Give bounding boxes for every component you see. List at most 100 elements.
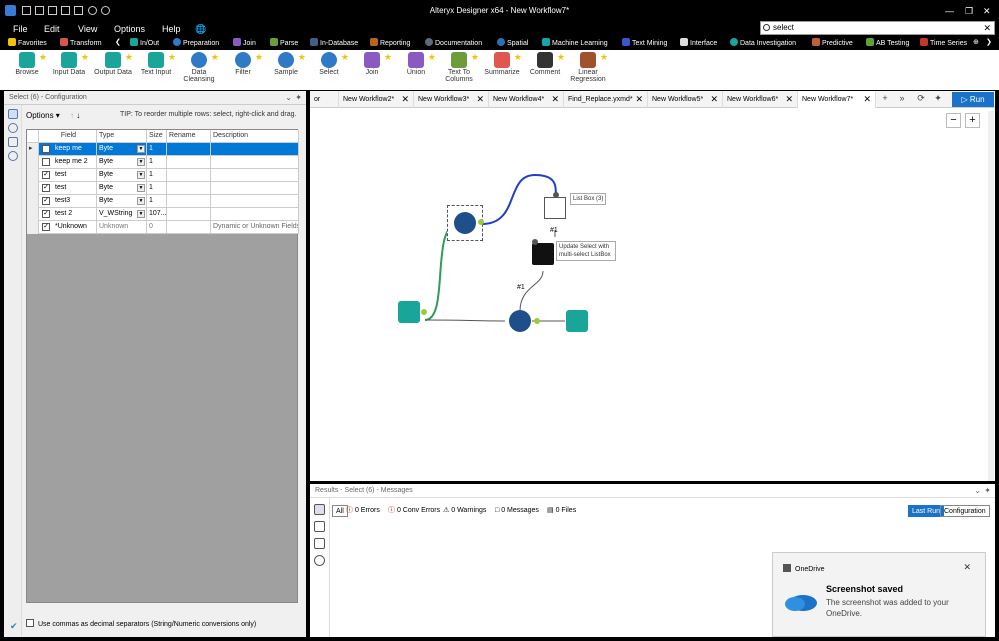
category-transform[interactable]: Transform <box>60 38 102 47</box>
row-selector[interactable] <box>27 169 39 182</box>
globe-icon[interactable]: 🌐 <box>195 24 206 35</box>
pin-icon[interactable]: ✦ <box>295 93 302 102</box>
field-description[interactable] <box>211 169 299 182</box>
configuration-gear-icon[interactable] <box>7 109 18 119</box>
input-anchor[interactable] <box>532 239 538 245</box>
field-description[interactable] <box>211 182 299 195</box>
input-anchor[interactable] <box>553 192 559 198</box>
collapse-icon[interactable]: ⌄ <box>974 486 981 495</box>
category-text-mining[interactable]: Text Mining <box>622 38 667 47</box>
connection-input-to-select2[interactable] <box>424 319 506 322</box>
tool-data-cleansing[interactable]: ★ Data Cleansing <box>176 52 222 83</box>
filter-conv-errors[interactable]: ⓘ 0 Conv Errors <box>388 505 440 517</box>
tool-summarize[interactable]: ★ Summarize <box>479 52 525 76</box>
field-name[interactable]: test <box>53 182 97 195</box>
category-interface[interactable]: Interface <box>680 38 717 47</box>
category-parse[interactable]: Parse <box>270 38 298 47</box>
category-time-series[interactable]: Time Series <box>920 38 967 47</box>
maximize-icon[interactable]: ❐ <box>965 6 973 17</box>
field-name[interactable]: test3 <box>53 195 97 208</box>
tag-icon[interactable] <box>7 137 18 147</box>
category-join[interactable]: Join <box>233 38 256 47</box>
field-checkbox[interactable] <box>42 158 50 166</box>
move-up-icon[interactable]: ↑ <box>70 111 74 120</box>
field-checkbox[interactable]: ✓ <box>42 184 50 192</box>
dropdown-arrow-icon[interactable]: ▼ <box>137 158 145 166</box>
menu-help[interactable]: Help <box>162 24 181 34</box>
category-documentation[interactable]: Documentation <box>425 38 482 47</box>
dropdown-arrow-icon[interactable]: ▼ <box>137 145 145 153</box>
category-data-investigation[interactable]: Data Investigation <box>730 38 796 47</box>
tool-input-data[interactable]: ★ Input Data <box>46 52 92 76</box>
category-ab-testing[interactable]: AB Testing <box>866 38 909 47</box>
close-notification-icon[interactable]: ✕ <box>963 562 971 573</box>
tool-search-input[interactable]: select ✕ <box>760 21 995 35</box>
tool-select[interactable]: ★ Select <box>306 52 352 76</box>
tool-union[interactable]: ★ Union <box>393 52 439 76</box>
clear-search-icon[interactable]: ✕ <box>983 22 991 34</box>
tool-join[interactable]: ★ Join <box>349 52 395 76</box>
category-in-out[interactable]: In/Out <box>130 38 159 47</box>
field-size[interactable]: 1 <box>147 169 167 182</box>
move-down-icon[interactable]: ↓ <box>76 111 80 120</box>
options-dropdown[interactable]: Options ▾ ↑ ↓ <box>26 111 80 120</box>
action-node[interactable] <box>532 243 554 265</box>
validate-icon[interactable]: ✔ <box>10 621 18 632</box>
row-selector[interactable] <box>27 221 39 234</box>
field-checkbox[interactable]: ✓ <box>42 197 50 205</box>
select-node-1[interactable] <box>454 212 476 234</box>
close-window-icon[interactable]: ✕ <box>983 6 991 17</box>
connection-icon[interactable] <box>7 123 18 133</box>
header-size[interactable]: Size <box>147 130 167 143</box>
field-row[interactable]: ▸ keep me Byte ▼ 1 <box>27 143 299 156</box>
field-row[interactable]: ✓ *Unknown Unknown 0 Dynamic or Unknown Fiel… <box>27 221 299 234</box>
dropdown-arrow-icon[interactable]: ▼ <box>137 171 145 179</box>
list-box-node[interactable] <box>544 197 566 219</box>
field-row[interactable]: keep me 2 Byte ▼ 1 <box>27 156 299 169</box>
field-rename[interactable] <box>167 143 211 156</box>
field-rename[interactable] <box>167 221 211 234</box>
field-row[interactable]: ✓ test Byte ▼ 1 <box>27 169 299 182</box>
field-rename[interactable] <box>167 208 211 221</box>
tool-browse[interactable]: ★ Browse <box>4 52 50 76</box>
row-selector[interactable] <box>27 156 39 169</box>
dropdown-arrow-icon[interactable]: ▼ <box>137 210 145 218</box>
decimal-separator-checkbox[interactable] <box>26 619 34 627</box>
header-field[interactable]: Field <box>39 130 97 143</box>
tool-text-input[interactable]: ★ Text Input <box>133 52 179 76</box>
field-type[interactable]: Unknown <box>97 221 147 234</box>
field-size[interactable]: 1 <box>147 182 167 195</box>
field-name[interactable]: keep me 2 <box>53 156 97 169</box>
field-description[interactable] <box>211 208 299 221</box>
row-selector[interactable] <box>27 182 39 195</box>
tag-icon[interactable] <box>314 538 325 549</box>
filter-warnings[interactable]: ⚠ 0 Warnings <box>443 505 486 517</box>
connection-action-to-select2[interactable] <box>519 270 544 312</box>
header-rename[interactable]: Rename <box>167 130 211 143</box>
field-type[interactable]: Byte ▼ <box>97 156 147 169</box>
output-anchor[interactable] <box>478 219 484 225</box>
field-rename[interactable] <box>167 195 211 208</box>
field-row[interactable]: ✓ test 2 V_WString ▼ 107... <box>27 208 299 221</box>
category-reporting[interactable]: Reporting <box>370 38 410 47</box>
output-anchor[interactable] <box>534 318 540 324</box>
last-run-button[interactable]: Last Run <box>908 505 945 517</box>
field-name[interactable]: keep me <box>53 143 97 156</box>
header-description[interactable]: Description <box>211 130 299 143</box>
configuration-button[interactable]: Configuration <box>940 505 990 517</box>
field-type[interactable]: Byte ▼ <box>97 195 147 208</box>
category-spatial[interactable]: Spatial <box>497 38 528 47</box>
field-size[interactable]: 1 <box>147 156 167 169</box>
row-selector[interactable] <box>27 208 39 221</box>
field-name[interactable]: test 2 <box>53 208 97 221</box>
messages-list-icon[interactable] <box>314 504 325 515</box>
filter-errors[interactable]: ⓘ 0 Errors <box>346 505 380 517</box>
input-data-node[interactable] <box>398 301 420 323</box>
tool-linear-regression[interactable]: ★ Linear Regression <box>565 52 611 83</box>
field-description[interactable] <box>211 195 299 208</box>
menu-view[interactable]: View <box>78 24 97 34</box>
field-checkbox[interactable]: ✓ <box>42 171 50 179</box>
header-type[interactable]: Type <box>97 130 147 143</box>
field-row[interactable]: ✓ test Byte ▼ 1 <box>27 182 299 195</box>
category-next-arrow[interactable]: ❯ <box>986 38 992 46</box>
